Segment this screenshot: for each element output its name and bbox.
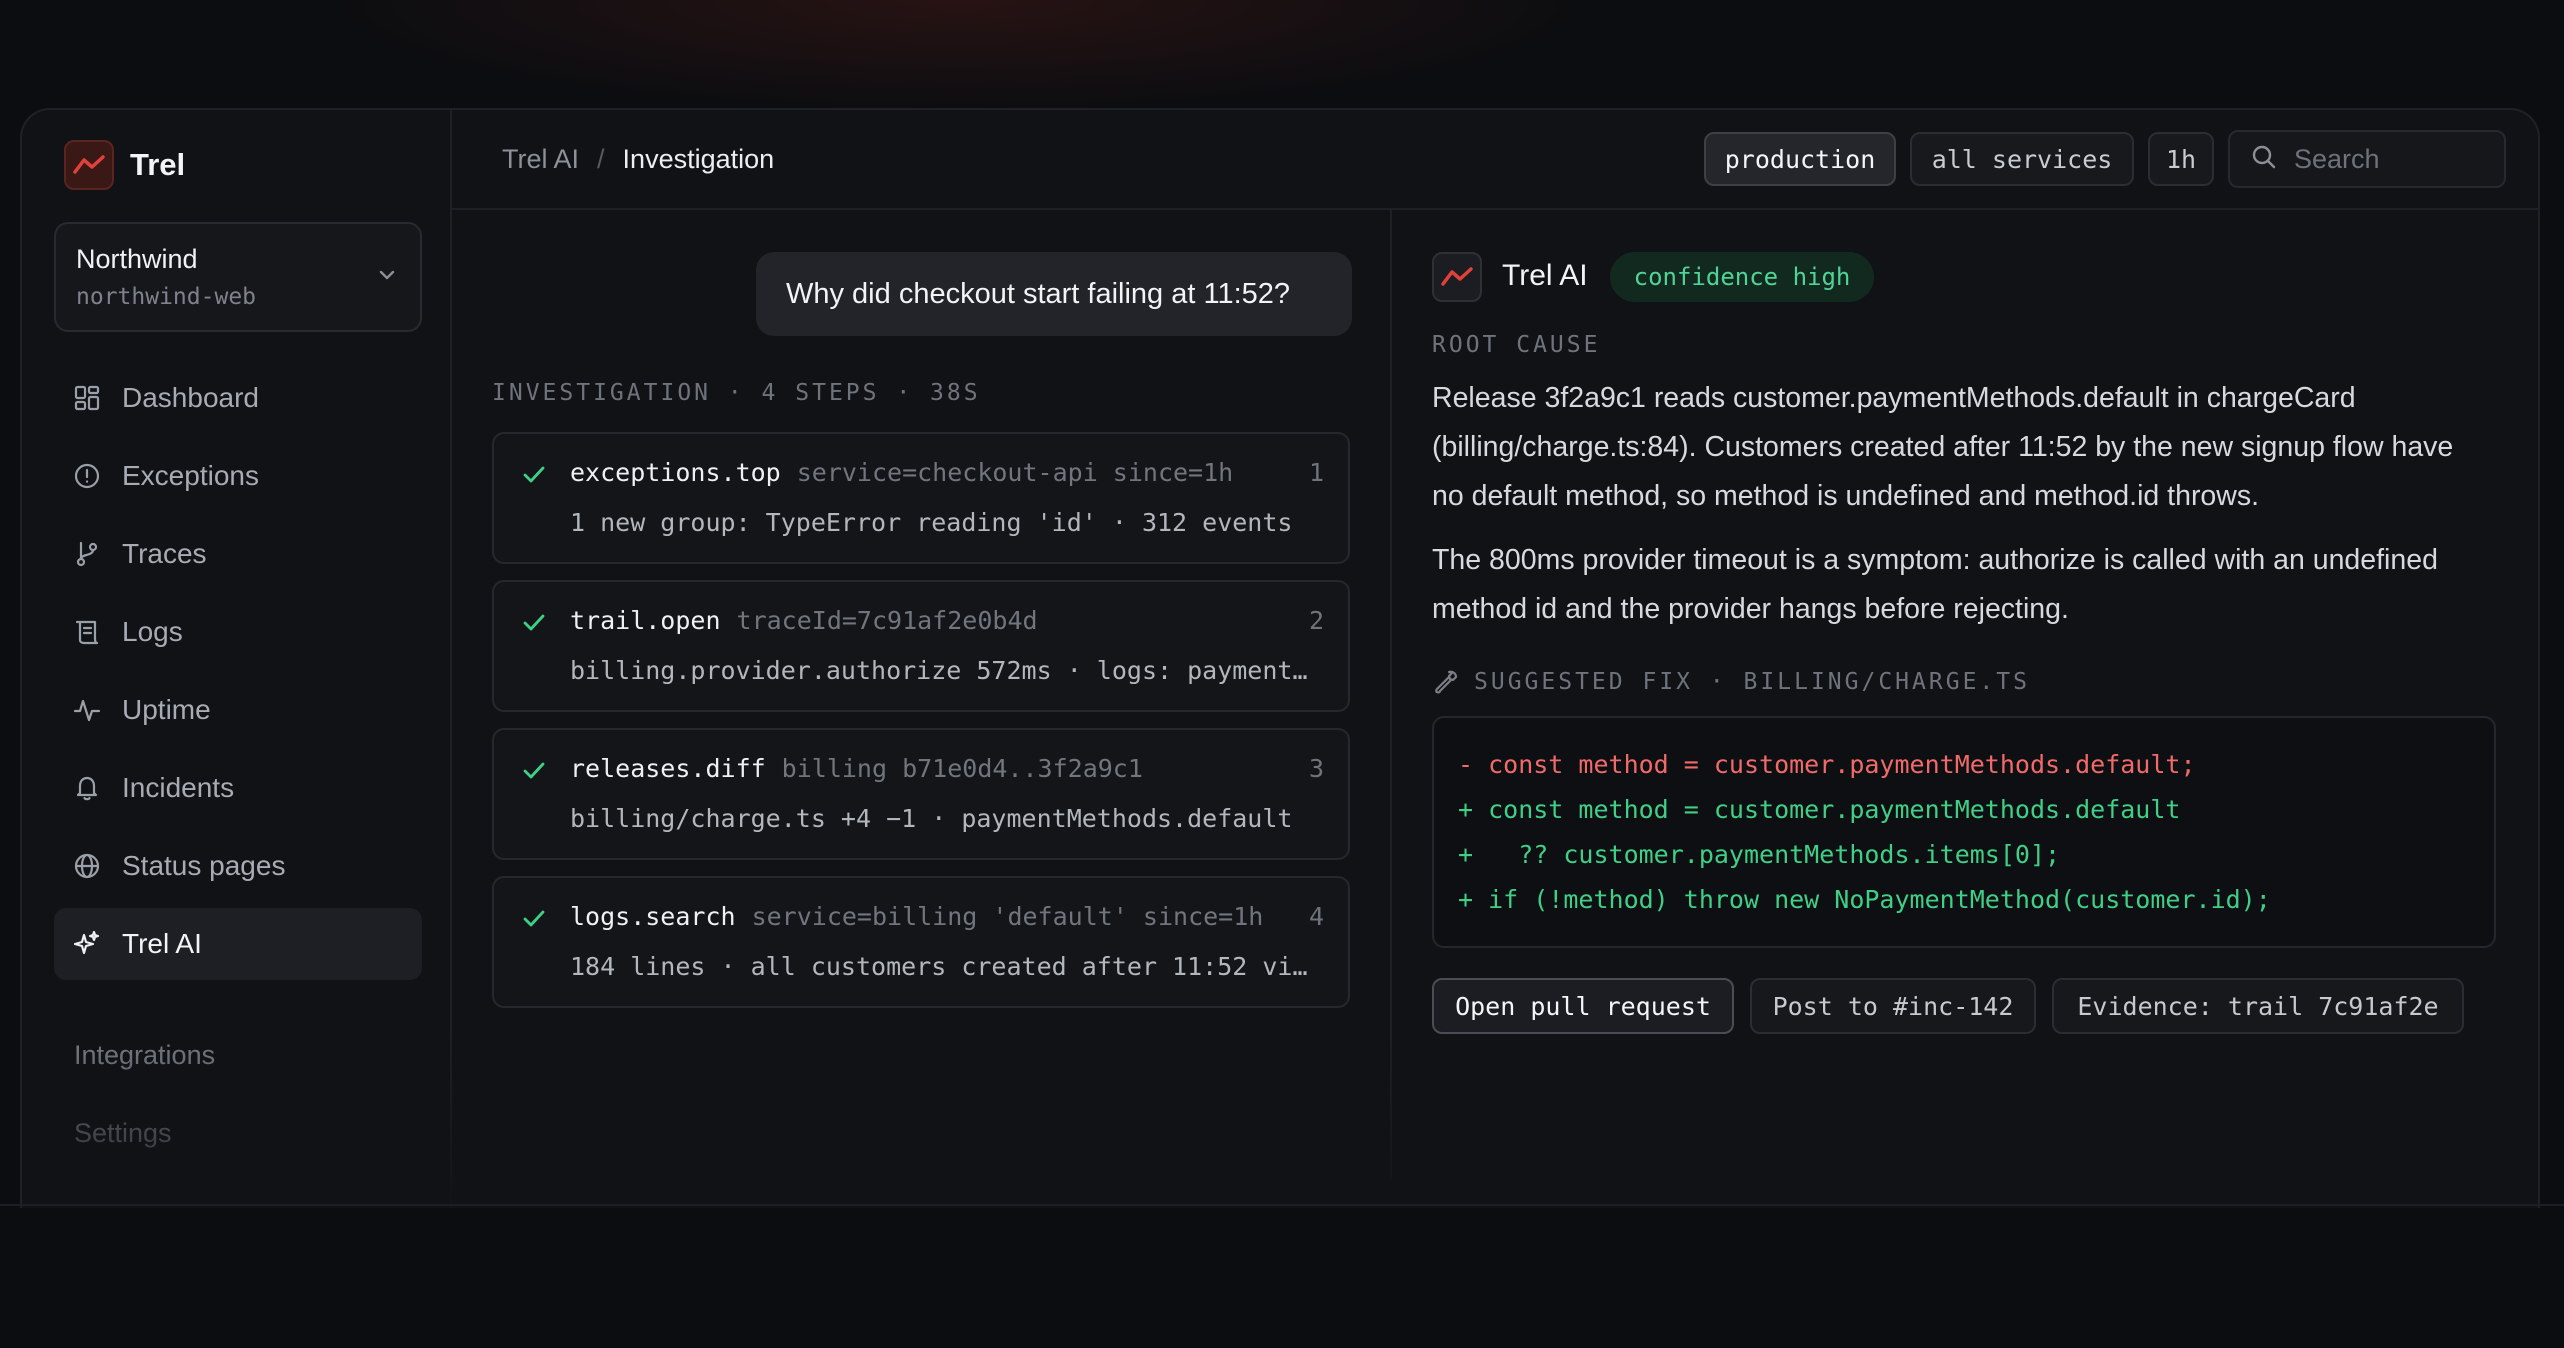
sidebar-item-dashboard[interactable]: Dashboard xyxy=(54,362,422,434)
investigation-step[interactable]: exceptions.top service=checkout-api since… xyxy=(492,432,1350,564)
sidebar-item-integrations[interactable]: Integrations xyxy=(74,1040,215,1071)
investigation-step[interactable]: releases.diff billing b71e0d4..3f2a9c1 3 … xyxy=(492,728,1350,860)
grid-icon xyxy=(72,383,102,413)
step-tool: releases.diff xyxy=(570,754,766,783)
step-tool: logs.search xyxy=(570,902,736,931)
filter-time-range[interactable]: 1h xyxy=(2148,132,2214,186)
check-icon xyxy=(520,904,548,937)
search-input[interactable]: Search xyxy=(2228,130,2506,188)
step-args: traceId=7c91af2e0b4d xyxy=(736,606,1038,635)
check-icon xyxy=(520,608,548,641)
step-args: service=checkout-api since=1h xyxy=(796,458,1234,487)
check-icon xyxy=(520,460,548,493)
sidebar: Trel Northwind northwind-web Dashboard E… xyxy=(22,110,452,1208)
diff-line-added: + if (!method) throw new NoPaymentMethod… xyxy=(1458,885,2271,914)
evidence-button[interactable]: Evidence: trail 7c91af2e xyxy=(2052,978,2464,1034)
step-result: 184 lines · all customers created after … xyxy=(570,952,1310,981)
sidebar-item-label: Uptime xyxy=(122,694,211,725)
sidebar-item-status-pages[interactable]: Status pages xyxy=(54,830,422,902)
breadcrumb-item-investigation: Investigation xyxy=(622,144,775,174)
search-icon xyxy=(2250,143,2278,176)
step-args: billing b71e0d4..3f2a9c1 xyxy=(781,754,1143,783)
sidebar-item-label: Dashboard xyxy=(122,382,259,413)
window-bottom-edge xyxy=(0,1204,2564,1206)
pane-divider xyxy=(1390,210,1392,1180)
diff-line-added: + const method = customer.paymentMethods… xyxy=(1458,795,2181,824)
sidebar-item-incidents[interactable]: Incidents xyxy=(54,752,422,824)
step-tool: trail.open xyxy=(570,606,721,635)
diff-line-removed: - const method = customer.paymentMethods… xyxy=(1458,750,2196,779)
sidebar-item-uptime[interactable]: Uptime xyxy=(54,674,422,746)
step-result: billing.provider.authorize 572ms · logs:… xyxy=(570,656,1310,685)
sidebar-item-label: Traces xyxy=(122,538,207,569)
step-number: 1 xyxy=(1308,458,1324,487)
open-pull-request-button[interactable]: Open pull request xyxy=(1432,978,1734,1034)
ai-title: Trel AI xyxy=(1502,259,1588,292)
suggested-fix-label: SUGGESTED FIX · BILLING/CHARGE.TS xyxy=(1474,669,2030,695)
sidebar-item-exceptions[interactable]: Exceptions xyxy=(54,440,422,512)
sidebar-item-label: Incidents xyxy=(122,772,235,803)
branch-icon xyxy=(72,539,102,569)
sidebar-item-label: Trel AI xyxy=(122,928,202,959)
code-diff: - const method = customer.paymentMethods… xyxy=(1432,716,2496,948)
org-project: northwind-web xyxy=(76,284,257,310)
step-result: 1 new group: TypeError reading 'id' · 31… xyxy=(570,508,1293,537)
step-number: 4 xyxy=(1308,902,1324,931)
confidence-badge: confidence high xyxy=(1610,252,1874,302)
investigation-step[interactable]: logs.search service=billing 'default' sin… xyxy=(492,876,1350,1008)
check-icon xyxy=(520,756,548,789)
root-cause-text: Release 3f2a9c1 reads customer.paymentMe… xyxy=(1432,382,2454,512)
investigation-step[interactable]: trail.open traceId=7c91af2e0b4d 2 billing… xyxy=(492,580,1350,712)
scroll-icon xyxy=(72,617,102,647)
sidebar-item-trel-ai[interactable]: Trel AI xyxy=(54,908,422,980)
trel-logo-icon xyxy=(64,140,114,190)
post-to-incident-button[interactable]: Post to #inc-142 xyxy=(1750,978,2036,1034)
step-tool: exceptions.top xyxy=(570,458,781,487)
breadcrumb-separator: / xyxy=(597,144,605,174)
top-bar: Trel AI / Investigation production all s… xyxy=(452,110,2538,210)
investigation-heading: INVESTIGATION · 4 STEPS · 38S xyxy=(492,380,981,406)
symptom-text: The 800ms provider timeout is a symptom:… xyxy=(1432,544,2438,625)
breadcrumb-item-trel-ai[interactable]: Trel AI xyxy=(502,144,579,175)
root-cause-heading: ROOT CAUSE xyxy=(1432,332,1601,358)
chevron-down-icon xyxy=(376,264,398,291)
sidebar-item-logs[interactable]: Logs xyxy=(54,596,422,668)
sidebar-item-settings[interactable]: Settings xyxy=(74,1118,172,1149)
wrench-icon xyxy=(1435,670,1458,694)
alert-circle-icon xyxy=(72,461,102,491)
bell-icon xyxy=(72,773,102,803)
sidebar-item-traces[interactable]: Traces xyxy=(54,518,422,590)
breadcrumb: Trel AI / Investigation xyxy=(502,144,774,175)
user-question-bubble: Why did checkout start failing at 11:52? xyxy=(756,252,1352,336)
sidebar-item-label: Exceptions xyxy=(122,460,259,491)
app-window: Trel Northwind northwind-web Dashboard E… xyxy=(20,108,2540,1208)
globe-icon xyxy=(72,851,102,881)
org-switcher[interactable]: Northwind northwind-web xyxy=(54,222,422,332)
trel-logo-icon xyxy=(1432,252,1482,302)
org-name: Northwind xyxy=(76,244,198,274)
sparkles-icon xyxy=(72,929,102,959)
brand-name: Trel xyxy=(130,147,186,182)
sidebar-item-label: Logs xyxy=(122,616,183,647)
sidebar-item-label: Status pages xyxy=(122,850,286,881)
brand[interactable]: Trel xyxy=(64,140,185,190)
step-args: service=billing 'default' since=1h xyxy=(751,902,1264,931)
step-result: billing/charge.ts +4 −1 · paymentMethods… xyxy=(570,804,1293,833)
pulse-icon xyxy=(72,695,102,725)
step-number: 3 xyxy=(1308,754,1324,783)
suggested-fix-heading: SUGGESTED FIX · BILLING/CHARGE.TS xyxy=(1432,668,2030,696)
filter-services[interactable]: all services xyxy=(1910,132,2134,186)
step-number: 2 xyxy=(1308,606,1324,635)
search-placeholder: Search xyxy=(2294,143,2380,174)
filter-environment[interactable]: production xyxy=(1704,132,1896,186)
diff-line-added: + ?? customer.paymentMethods.items[0]; xyxy=(1458,840,2061,869)
